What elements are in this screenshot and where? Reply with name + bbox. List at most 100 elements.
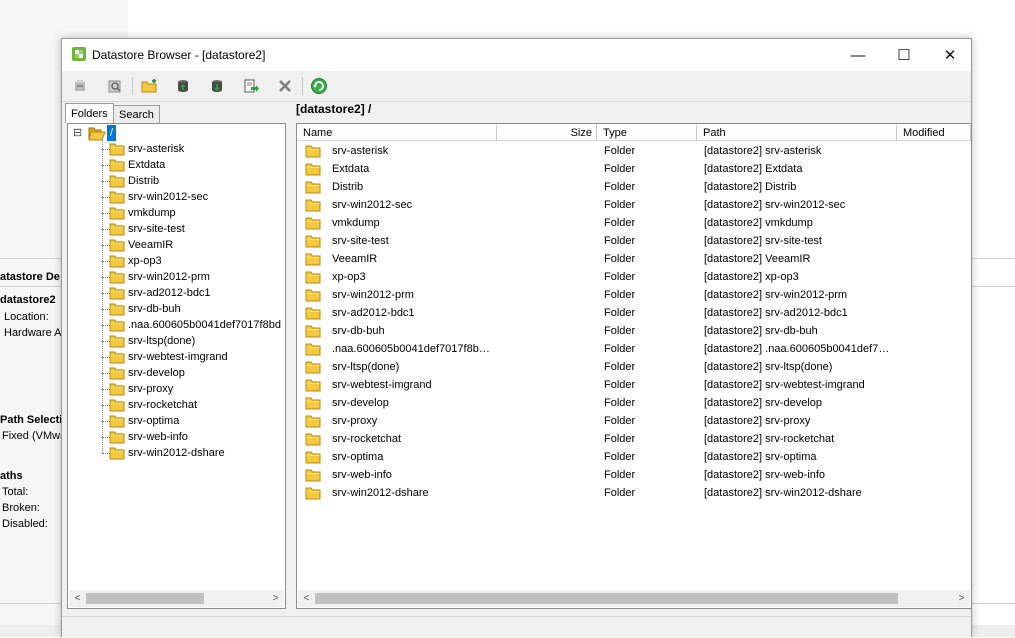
tree-item[interactable]: srv-web-info bbox=[68, 429, 285, 445]
tree-item[interactable]: .naa.600605b0041def7017f8bd bbox=[68, 317, 285, 333]
scroll-right-arrow-icon[interactable]: > bbox=[267, 590, 284, 607]
minimize-button[interactable]: — bbox=[835, 39, 881, 71]
tree-item-label[interactable]: Extdata bbox=[128, 157, 165, 173]
table-row[interactable]: srv-optima Folder [datastore2] srv-optima bbox=[297, 448, 971, 466]
tree-item[interactable]: srv-site-test bbox=[68, 221, 285, 237]
row-name: Extdata bbox=[332, 163, 370, 175]
folder-icon bbox=[305, 361, 321, 374]
table-row[interactable]: srv-ad2012-bdc1 Folder [datastore2] srv-ad… bbox=[297, 304, 971, 322]
search-folder-icon[interactable] bbox=[104, 75, 126, 97]
database-icon[interactable] bbox=[69, 75, 91, 97]
maximize-button[interactable]: ☐ bbox=[881, 39, 927, 71]
tree-item[interactable]: srv-win2012-dshare bbox=[68, 445, 285, 461]
tree-item[interactable]: vmkdump bbox=[68, 205, 285, 221]
tree-item[interactable]: srv-ad2012-bdc1 bbox=[68, 285, 285, 301]
tree-item[interactable]: srv-optima bbox=[68, 413, 285, 429]
tree-horizontal-scrollbar[interactable]: < > bbox=[69, 590, 284, 607]
tree-item[interactable]: srv-win2012-sec bbox=[68, 189, 285, 205]
scroll-left-arrow-icon[interactable]: < bbox=[298, 590, 315, 607]
column-header-size[interactable]: Size bbox=[497, 125, 597, 141]
tree-item-label[interactable]: srv-rocketchat bbox=[128, 397, 197, 413]
scroll-thumb[interactable] bbox=[86, 593, 204, 604]
tree-item[interactable]: Extdata bbox=[68, 157, 285, 173]
list-horizontal-scrollbar[interactable]: < > bbox=[298, 590, 970, 607]
scroll-left-arrow-icon[interactable]: < bbox=[69, 590, 86, 607]
tree-item[interactable]: srv-rocketchat bbox=[68, 397, 285, 413]
table-row[interactable]: srv-asterisk Folder [datastore2] srv-aster… bbox=[297, 142, 971, 160]
tree-root[interactable]: ⊟ / bbox=[68, 125, 285, 141]
tree-item-label[interactable]: srv-win2012-prm bbox=[128, 269, 210, 285]
tab-folders[interactable]: Folders bbox=[65, 103, 114, 123]
column-header-modified[interactable]: Modified bbox=[897, 125, 971, 141]
tree-item-label[interactable]: srv-site-test bbox=[128, 221, 185, 237]
tree-item-label[interactable]: srv-optima bbox=[128, 413, 179, 429]
tree-item-label[interactable]: srv-webtest-imgrand bbox=[128, 349, 228, 365]
table-row[interactable]: .naa.600605b0041def7017f8b… Folder [datast… bbox=[297, 340, 971, 358]
tree-item-label[interactable]: srv-win2012-sec bbox=[128, 189, 208, 205]
folder-icon bbox=[305, 163, 321, 176]
column-header-name[interactable]: Name bbox=[297, 125, 497, 141]
bg-datastore-name: datastore2 bbox=[0, 294, 56, 306]
tree-item[interactable]: srv-win2012-prm bbox=[68, 269, 285, 285]
new-folder-icon[interactable] bbox=[139, 75, 161, 97]
table-row[interactable]: Distrib Folder [datastore2] Distrib bbox=[297, 178, 971, 196]
table-row[interactable]: srv-site-test Folder [datastore2] srv-site… bbox=[297, 232, 971, 250]
tree-item[interactable]: srv-develop bbox=[68, 365, 285, 381]
current-path: [datastore2] / bbox=[296, 102, 372, 116]
table-row[interactable]: srv-proxy Folder [datastore2] srv-proxy bbox=[297, 412, 971, 430]
upload-icon[interactable] bbox=[172, 75, 194, 97]
tree-item[interactable]: srv-ltsp(done) bbox=[68, 333, 285, 349]
refresh-icon[interactable] bbox=[308, 75, 330, 97]
tree-item-label[interactable]: srv-asterisk bbox=[128, 141, 184, 157]
table-row[interactable]: srv-rocketchat Folder [datastore2] srv-roc… bbox=[297, 430, 971, 448]
column-header-type[interactable]: Type bbox=[597, 125, 697, 141]
tree-item-label[interactable]: srv-db-buh bbox=[128, 301, 181, 317]
tree-item-label[interactable]: Distrib bbox=[128, 173, 159, 189]
table-row[interactable]: srv-web-info Folder [datastore2] srv-web-i… bbox=[297, 466, 971, 484]
tree-item[interactable]: srv-db-buh bbox=[68, 301, 285, 317]
column-header-path[interactable]: Path bbox=[697, 125, 897, 141]
table-row[interactable]: xp-op3 Folder [datastore2] xp-op3 bbox=[297, 268, 971, 286]
tree-item[interactable]: srv-asterisk bbox=[68, 141, 285, 157]
tree-item[interactable]: Distrib bbox=[68, 173, 285, 189]
table-row[interactable]: srv-win2012-prm Folder [datastore2] srv-wi… bbox=[297, 286, 971, 304]
delete-icon[interactable] bbox=[274, 75, 296, 97]
tree-item[interactable]: xp-op3 bbox=[68, 253, 285, 269]
table-row[interactable]: srv-develop Folder [datastore2] srv-develo… bbox=[297, 394, 971, 412]
tree-item[interactable]: srv-proxy bbox=[68, 381, 285, 397]
tree-item-label[interactable]: .naa.600605b0041def7017f8bd bbox=[128, 317, 281, 333]
tree-root-label[interactable]: / bbox=[107, 125, 117, 141]
tree-item-label[interactable]: srv-ltsp(done) bbox=[128, 333, 195, 349]
scroll-right-arrow-icon[interactable]: > bbox=[953, 590, 970, 607]
scroll-thumb[interactable] bbox=[315, 593, 898, 604]
table-row[interactable]: srv-db-buh Folder [datastore2] srv-db-buh bbox=[297, 322, 971, 340]
tree-item-label[interactable]: VeeamIR bbox=[128, 237, 173, 253]
tab-search[interactable]: Search bbox=[113, 105, 160, 123]
table-row[interactable]: srv-win2012-sec Folder [datastore2] srv-wi… bbox=[297, 196, 971, 214]
table-row[interactable]: srv-webtest-imgrand Folder [datastore2] sr… bbox=[297, 376, 971, 394]
folder-icon bbox=[305, 343, 321, 356]
tree-item-label[interactable]: xp-op3 bbox=[128, 253, 162, 269]
tree-item-label[interactable]: vmkdump bbox=[128, 205, 176, 221]
title-bar[interactable]: Datastore Browser - [datastore2] — ☐ ✕ bbox=[62, 39, 971, 71]
download-icon[interactable] bbox=[206, 75, 228, 97]
table-row[interactable]: VeeamIR Folder [datastore2] VeeamIR bbox=[297, 250, 971, 268]
folder-icon bbox=[305, 271, 321, 284]
tree-item[interactable]: srv-webtest-imgrand bbox=[68, 349, 285, 365]
tree-item-label[interactable]: srv-ad2012-bdc1 bbox=[128, 285, 211, 301]
tree-item-label[interactable]: srv-win2012-dshare bbox=[128, 445, 225, 461]
tree-expander-icon[interactable]: ⊟ bbox=[73, 125, 82, 141]
row-path: [datastore2] srv-site-test bbox=[704, 235, 822, 247]
table-row[interactable]: vmkdump Folder [datastore2] vmkdump bbox=[297, 214, 971, 232]
table-row[interactable]: Extdata Folder [datastore2] Extdata bbox=[297, 160, 971, 178]
tree-item[interactable]: VeeamIR bbox=[68, 237, 285, 253]
tree-item-label[interactable]: srv-web-info bbox=[128, 429, 188, 445]
folder-icon bbox=[305, 181, 321, 194]
tree-item-label[interactable]: srv-develop bbox=[128, 365, 185, 381]
tree-item-label[interactable]: srv-proxy bbox=[128, 381, 173, 397]
close-button[interactable]: ✕ bbox=[927, 39, 973, 71]
folder-icon bbox=[305, 217, 321, 230]
move-icon[interactable] bbox=[240, 75, 262, 97]
table-row[interactable]: srv-ltsp(done) Folder [datastore2] srv-lts… bbox=[297, 358, 971, 376]
table-row[interactable]: srv-win2012-dshare Folder [datastore2] srv… bbox=[297, 484, 971, 502]
